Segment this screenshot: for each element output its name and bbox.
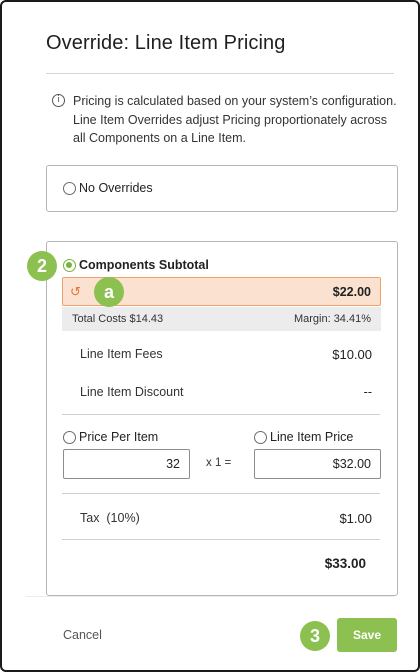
total-costs: Total Costs $14.43	[72, 313, 164, 325]
line-item-fees-row: Line Item Fees $10.00	[80, 347, 372, 362]
line-item-fees-label: Line Item Fees	[80, 347, 163, 361]
tax-label: Tax (10%)	[80, 511, 140, 525]
cost-summary-bar: Total Costs $14.43 Margin: 34.41%	[62, 307, 381, 331]
no-overrides-label: No Overrides	[79, 181, 153, 195]
info-message: i Pricing is calculated based on your sy…	[52, 92, 402, 148]
section-divider	[62, 414, 380, 415]
title-divider	[46, 73, 394, 74]
section-divider	[62, 539, 380, 540]
callout-a-badge: a	[94, 277, 124, 307]
quantity-multiplier: x 1 =	[206, 457, 232, 469]
info-text: Pricing is calculated based on your syst…	[73, 94, 397, 145]
line-item-fees-value: $10.00	[332, 347, 372, 362]
components-subtotal-label: Components Subtotal	[79, 258, 209, 272]
components-subtotal-radio[interactable]	[63, 258, 76, 272]
tax-row: Tax (10%) $1.00	[80, 511, 372, 526]
line-item-price-input[interactable]: $32.00	[254, 449, 381, 479]
line-item-price-radio[interactable]	[254, 430, 267, 444]
price-per-item-label: Price Per Item	[79, 430, 159, 444]
section-divider	[62, 493, 380, 494]
dialog-title: Override: Line Item Pricing	[46, 32, 286, 54]
line-item-discount-label: Line Item Discount	[80, 385, 184, 399]
line-item-discount-value: --	[363, 385, 372, 399]
callout-2-badge: 2	[27, 251, 57, 281]
line-item-price-label: Line Item Price	[270, 430, 354, 444]
margin: Margin: 34.41%	[293, 313, 371, 325]
components-subtotal-radio-row[interactable]: Components Subtotal	[63, 258, 209, 272]
price-per-item-input[interactable]: 32	[63, 449, 190, 479]
save-button[interactable]: Save	[337, 618, 397, 652]
override-dialog: Override: Line Item Pricing i Pricing is…	[0, 0, 420, 672]
line-item-price-radio-row[interactable]: Line Item Price	[254, 430, 353, 444]
info-icon: i	[52, 94, 65, 107]
price-per-item-radio[interactable]	[63, 430, 76, 444]
callout-3-badge: 3	[300, 621, 330, 651]
line-item-discount-row: Line Item Discount --	[80, 385, 372, 399]
grand-total: $33.00	[324, 556, 366, 571]
no-overrides-radio[interactable]	[63, 181, 76, 195]
cancel-button[interactable]: Cancel	[63, 628, 102, 642]
revert-icon[interactable]: ↺	[70, 285, 81, 300]
no-overrides-radio-row[interactable]: No Overrides	[63, 181, 153, 195]
subtotal-value: $22.00	[332, 285, 371, 299]
tax-value: $1.00	[339, 511, 372, 526]
footer-divider	[26, 596, 394, 597]
price-per-item-radio-row[interactable]: Price Per Item	[63, 430, 158, 444]
